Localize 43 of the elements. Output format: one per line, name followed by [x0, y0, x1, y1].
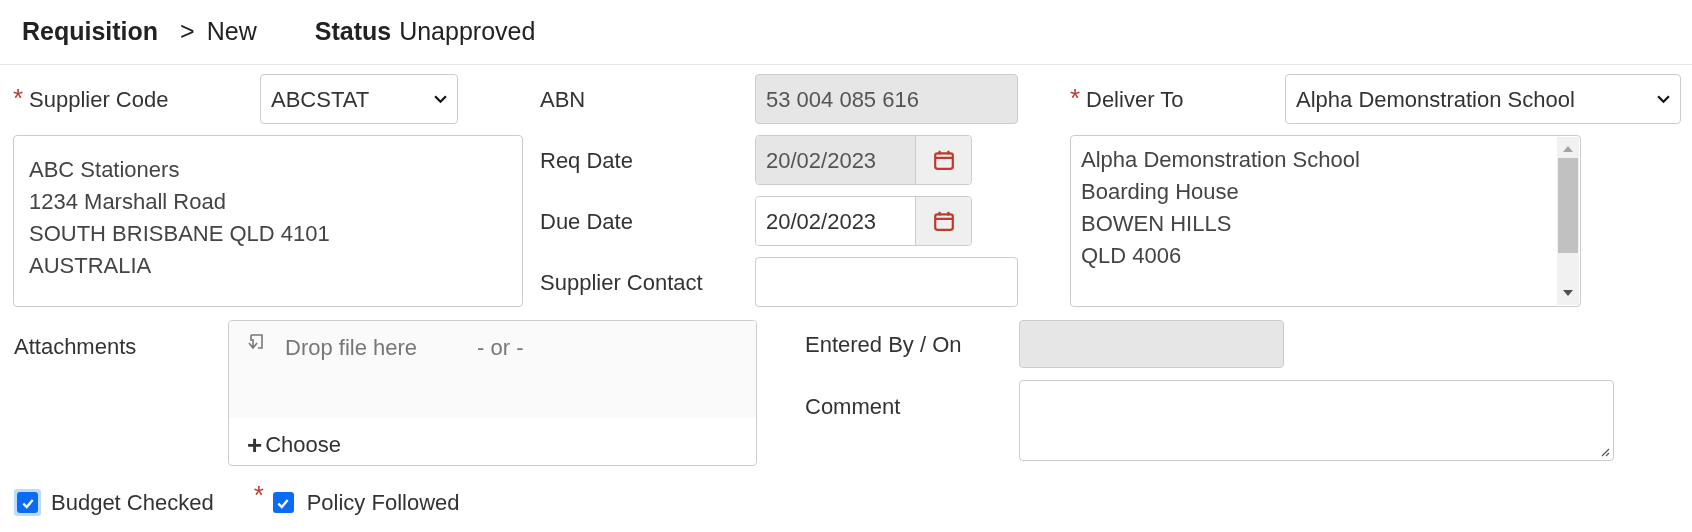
chevron-down-icon	[1657, 94, 1670, 104]
field-label: Entered By / On	[805, 330, 963, 359]
address-line: AUSTRALIA	[29, 252, 152, 280]
address-line: SOUTH BRISBANE QLD 4101	[29, 220, 330, 248]
scrollbar[interactable]	[1557, 137, 1579, 305]
checkbox-label: Budget Checked	[51, 489, 214, 517]
page-title: Requisition	[22, 16, 159, 48]
scroll-down-icon[interactable]	[1563, 290, 1573, 296]
field-label: Attachments	[14, 334, 137, 359]
comment-field[interactable]	[1019, 380, 1614, 461]
address-line: 1234 Marshall Road	[29, 188, 226, 216]
address-line: Alpha Demonstration School	[1081, 146, 1360, 174]
required-asterisk: *	[253, 482, 265, 508]
supplier-code-select[interactable]: ABCSTAT	[260, 74, 458, 124]
required-asterisk: *	[1070, 84, 1082, 111]
checkbox[interactable]	[272, 492, 294, 513]
deliver-to-select[interactable]: Alpha Demonstration School	[1285, 74, 1681, 124]
resize-handle-icon[interactable]	[1600, 447, 1610, 457]
field-label: Supplier Code	[29, 85, 169, 114]
address-line: Boarding House	[1081, 178, 1239, 206]
text-field[interactable]	[755, 257, 1018, 307]
field-label: Comment	[805, 393, 902, 421]
checkbox-label: Policy Followed	[306, 489, 460, 517]
chevron-down-icon	[434, 94, 447, 104]
text-field: 53 004 085 616	[755, 74, 1018, 124]
field-label: ABN	[540, 85, 587, 114]
field-label: Due Date	[540, 207, 634, 236]
field-label: Supplier Contact	[540, 268, 704, 297]
drop-hint: Drop file here	[285, 334, 418, 362]
field-label: Req Date	[540, 146, 634, 175]
choose-button[interactable]: +Choose	[247, 428, 342, 461]
field-label: Deliver To	[1086, 85, 1184, 114]
scrollbar-thumb[interactable]	[1558, 158, 1578, 253]
address-line: ABC Stationers	[29, 156, 180, 184]
address-line: QLD 4006	[1081, 242, 1182, 270]
or-separator: - or -	[477, 334, 524, 362]
address-line: BOWEN HILLS	[1081, 210, 1232, 238]
status-label: Status	[314, 16, 392, 48]
file-drop-zone[interactable]: Drop file here - or - +Choose	[228, 320, 757, 466]
breadcrumb-separator: >	[180, 16, 195, 48]
status-value: Unapproved	[399, 16, 536, 48]
breadcrumb-item[interactable]: New	[206, 13, 257, 51]
required-asterisk: *	[13, 84, 25, 111]
